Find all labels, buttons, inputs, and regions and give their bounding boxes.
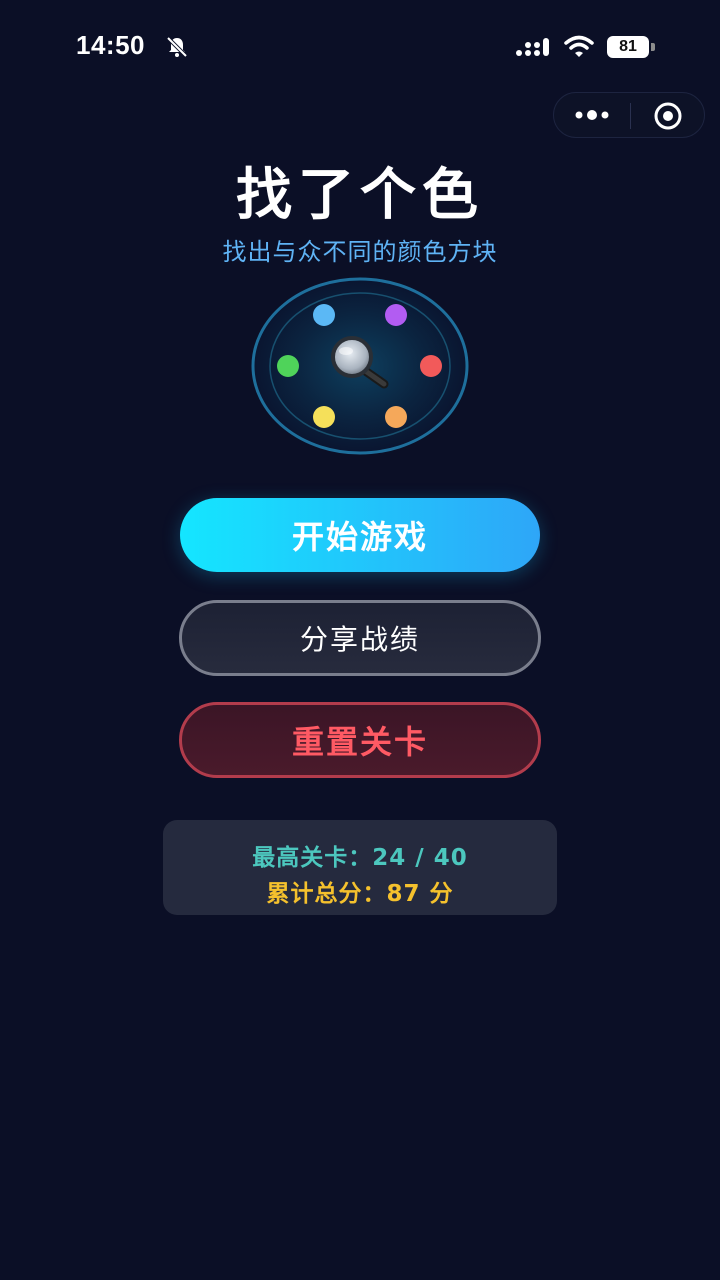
bell-muted-icon xyxy=(166,36,188,58)
battery-icon: 81 xyxy=(607,36,657,58)
color-dot-green xyxy=(277,355,299,377)
app-subtitle: 找出与众不同的颜色方块 xyxy=(222,238,498,266)
color-dot-purple xyxy=(385,304,407,326)
target-icon[interactable] xyxy=(652,101,684,131)
color-dot-orange xyxy=(385,406,407,428)
app-title: 找了个色 xyxy=(236,163,484,228)
color-dot-yellow xyxy=(313,406,335,428)
miniprogram-capsule xyxy=(553,92,705,138)
high-level-value: 24 / 40 xyxy=(372,845,468,871)
status-time: 14:50 xyxy=(76,30,145,60)
total-score-stat: 累计总分：87 分 xyxy=(163,874,557,908)
battery-level: 81 xyxy=(607,36,649,58)
share-record-button[interactable]: 分享战绩 xyxy=(179,600,541,676)
reset-level-button[interactable]: 重置关卡 xyxy=(179,702,541,778)
signal-icon xyxy=(516,38,549,56)
wifi-icon xyxy=(564,35,594,57)
color-dot-blue xyxy=(313,304,335,326)
high-level-stat: 最高关卡：24 / 40 xyxy=(163,838,557,872)
more-dots-icon[interactable] xyxy=(572,101,612,129)
stats-panel: 最高关卡：24 / 40 累计总分：87 分 xyxy=(163,820,557,915)
total-score-label: 累计总分： xyxy=(266,881,387,907)
capsule-divider xyxy=(630,103,631,129)
game-logo xyxy=(251,277,469,455)
color-dot-red xyxy=(420,355,442,377)
battery-tip xyxy=(651,43,655,51)
high-level-label: 最高关卡： xyxy=(252,845,373,871)
start-game-button[interactable]: 开始游戏 xyxy=(180,498,540,572)
total-score-value: 87 分 xyxy=(386,881,454,907)
